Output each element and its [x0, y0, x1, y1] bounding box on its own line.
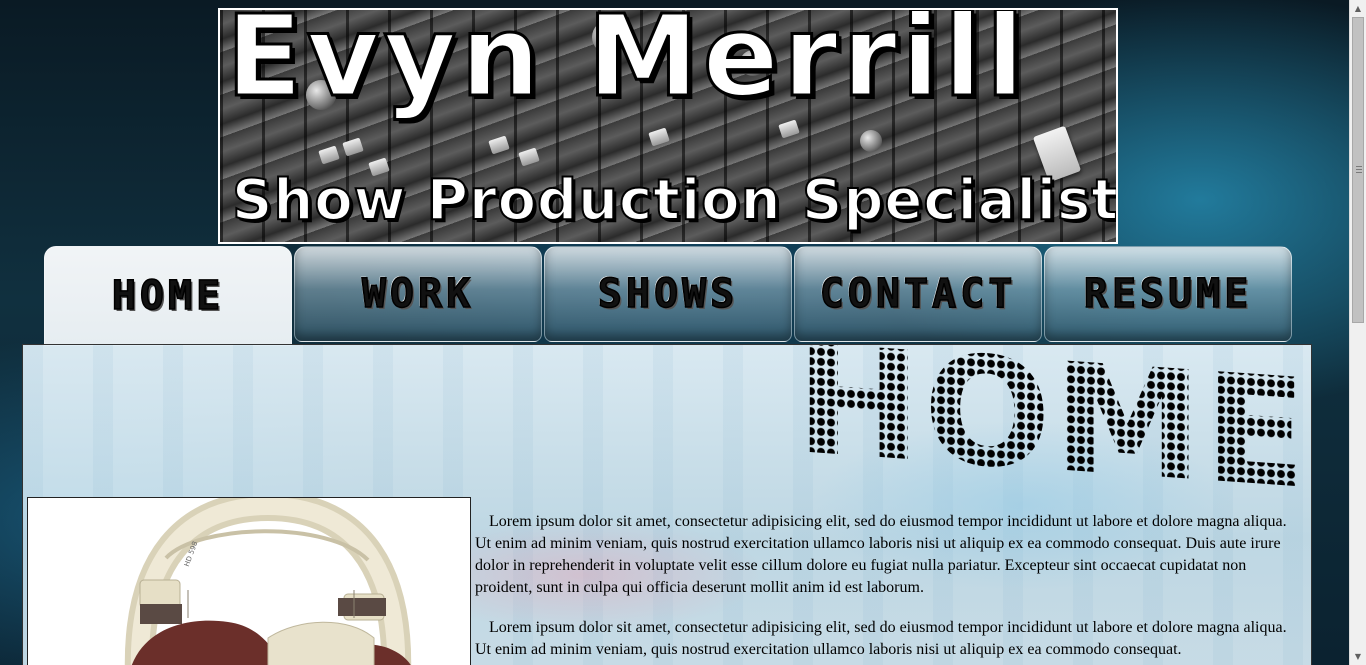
scroll-up-arrow-icon[interactable]: ▲ [1350, 0, 1366, 17]
site-subtitle: Show Production Specialist [231, 167, 1118, 234]
tab-home[interactable]: HOME [44, 246, 292, 346]
site-title: Evyn Merrill [224, 8, 1029, 124]
scroll-grip-icon [1356, 166, 1362, 173]
scroll-down-arrow-icon[interactable]: ▼ [1350, 648, 1366, 665]
paragraph: Lorem ipsum dolor sit amet, consectetur … [475, 513, 1287, 596]
page-heading: HOME [796, 345, 1309, 523]
headphones-image [124, 498, 412, 665]
scroll-thumb[interactable] [1352, 17, 1364, 323]
page-scrollbar[interactable]: ▲ ▼ [1349, 0, 1366, 665]
content-panel: HOME HD 598 Lorem ipsum dolor sit amet, … [22, 344, 1312, 665]
mixer-button [488, 135, 510, 155]
mixer-knob [860, 130, 882, 152]
tab-label: RESUME [1083, 270, 1253, 318]
paragraph: Lorem ipsum dolor sit amet, consectetur … [475, 619, 1287, 658]
header-banner: Evyn Merrill Show Production Specialist [218, 8, 1118, 244]
intro-text: Lorem ipsum dolor sit amet, consectetur … [475, 511, 1305, 665]
tab-contact[interactable]: CONTACT [794, 246, 1042, 342]
tab-work[interactable]: WORK [294, 246, 542, 342]
tab-label: WORK [361, 270, 475, 318]
tab-shows[interactable]: SHOWS [544, 246, 792, 342]
headphones-photo: HD 598 [27, 497, 471, 665]
mixer-button [778, 119, 800, 139]
tab-label: HOME [111, 272, 225, 320]
mixer-button [318, 145, 340, 165]
tab-label: CONTACT [819, 270, 1017, 318]
mixer-button [342, 137, 364, 157]
mixer-button [648, 127, 670, 147]
main-nav: HOME WORK SHOWS CONTACT RESUME [44, 246, 1294, 346]
tab-resume[interactable]: RESUME [1044, 246, 1292, 342]
tab-label: SHOWS [597, 270, 739, 318]
mixer-button [518, 147, 540, 167]
